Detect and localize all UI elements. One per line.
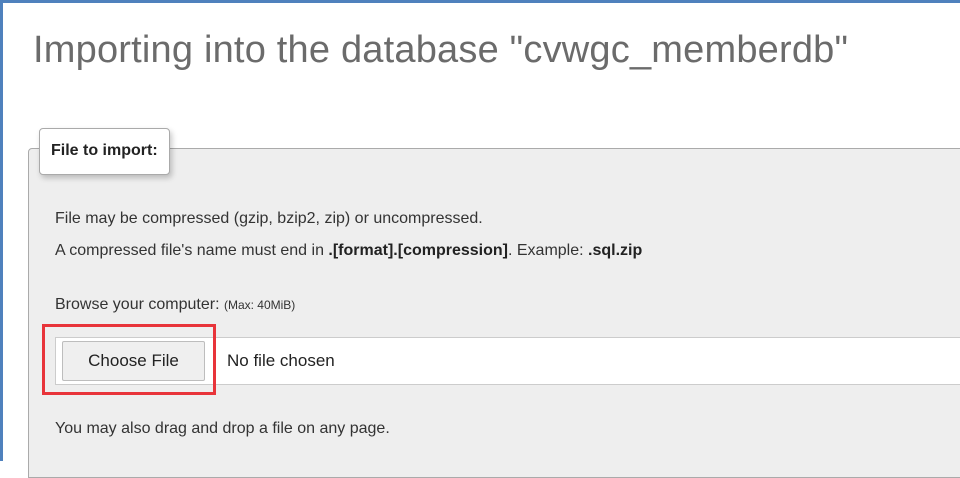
file-input[interactable]: Choose File No file chosen — [55, 337, 960, 385]
page-title: Importing into the database "cvwgc_membe… — [33, 29, 849, 71]
max-size-note: (Max: 40MiB) — [223, 298, 296, 312]
filename-format-note: A compressed file's name must end in .[f… — [55, 242, 642, 260]
browse-label: Browse your computer: (Max: 40MiB) — [55, 296, 295, 314]
filename-format-note-middle: . Example: — [507, 242, 589, 259]
no-file-chosen-text: No file chosen — [227, 351, 335, 370]
file-to-import-legend: File to import: — [39, 128, 170, 175]
window-frame: Importing into the database "cvwgc_membe… — [0, 0, 960, 478]
compression-note: File may be compressed (gzip, bzip2, zip… — [55, 210, 483, 227]
choose-file-button[interactable]: Choose File — [62, 341, 205, 381]
drag-drop-note: You may also drag and drop a file on any… — [55, 420, 390, 437]
filename-format-note-prefix: A compressed file's name must end in — [55, 242, 329, 259]
browse-label-text: Browse your computer: — [55, 296, 224, 313]
filename-format-example: .sql.zip — [588, 242, 643, 259]
filename-format-pattern: .[format].[compression] — [328, 242, 508, 259]
